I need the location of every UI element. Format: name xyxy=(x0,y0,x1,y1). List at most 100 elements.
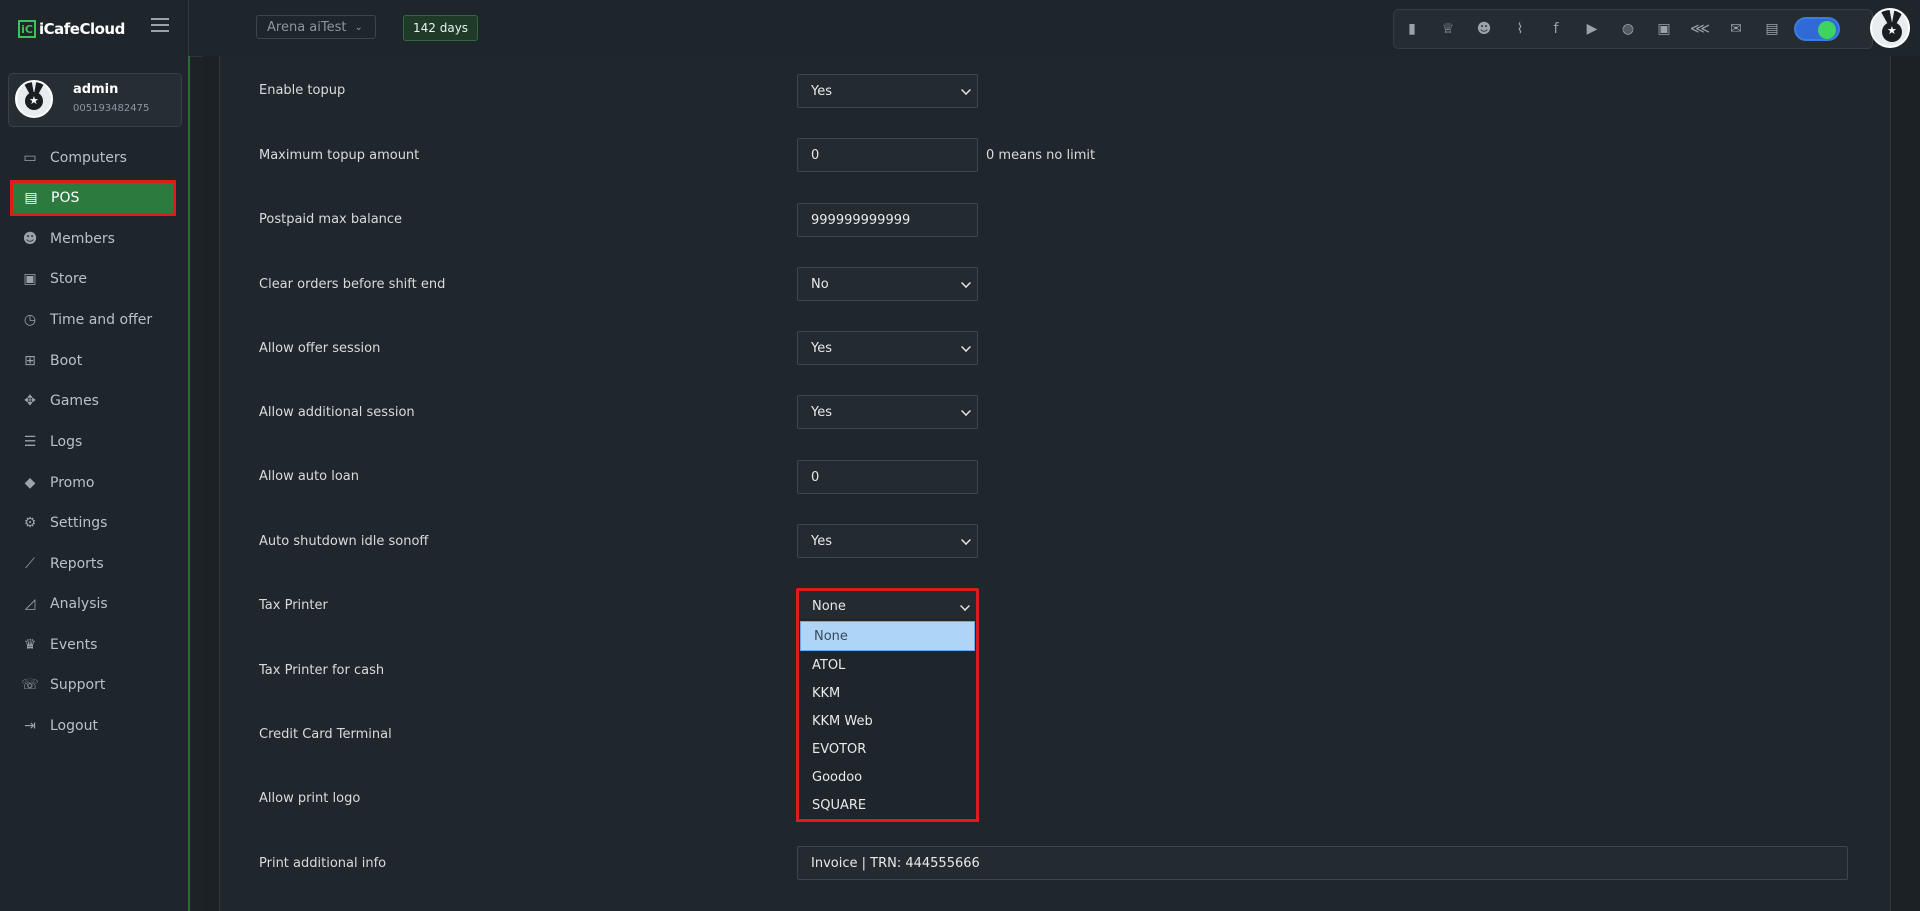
dropdown-option-goodoo[interactable]: Goodoo xyxy=(799,763,976,791)
allow-offer-session-select[interactable]: Yes xyxy=(797,331,978,365)
sidebar-item-label: Time and offer xyxy=(50,312,153,328)
dropdown-option-kkm[interactable]: KKM xyxy=(799,679,976,707)
sidebar-item-settings[interactable]: ⚙ Settings xyxy=(12,505,174,541)
logo-mark: iC xyxy=(18,20,36,38)
license-days-badge: 142 days xyxy=(403,15,479,41)
sidebar-item-pos[interactable]: ▤ POS xyxy=(10,180,176,216)
setting-label: Postpaid max balance xyxy=(259,212,403,227)
group-icon[interactable]: ☻ xyxy=(1466,14,1502,44)
avatar: ★ xyxy=(15,80,53,118)
logout-icon: ⇥ xyxy=(24,718,36,734)
rss-icon[interactable]: ⌇ xyxy=(1502,14,1538,44)
enable-topup-select[interactable]: Yes xyxy=(797,74,978,108)
setting-label: Tax Printer xyxy=(259,598,328,613)
sidebar-item-label: Settings xyxy=(50,515,108,531)
select-value: Yes xyxy=(811,340,832,356)
auto-shutdown-select[interactable]: Yes xyxy=(797,524,978,558)
gamepad-icon: ✥ xyxy=(24,393,36,409)
postpaid-max-balance-input[interactable]: 999999999999 xyxy=(797,203,978,237)
sidebar-item-computers[interactable]: ▭ Computers xyxy=(12,140,174,176)
clear-orders-select[interactable]: No xyxy=(797,267,978,301)
profile-avatar[interactable]: ★ xyxy=(1870,8,1910,48)
handshake-icon[interactable]: ⋘ xyxy=(1682,14,1718,44)
sidebar-item-logout[interactable]: ⇥ Logout xyxy=(12,708,174,744)
user-name: admin xyxy=(73,82,119,97)
chevron-down-icon xyxy=(961,406,971,416)
sidebar-item-time-and-offer[interactable]: ◷ Time and offer xyxy=(12,302,174,338)
user-id: 005193482475 xyxy=(73,103,150,114)
tax-printer-dropdown: None ATOL KKM KKM Web EVOTOR Goodoo SQUA… xyxy=(796,619,979,822)
sidebar-item-boot[interactable]: ⊞ Boot xyxy=(12,343,174,379)
select-value: Yes xyxy=(811,533,832,549)
sidebar-item-label: Support xyxy=(50,677,106,693)
sidebar-item-logs[interactable]: ☰ Logs xyxy=(12,424,174,460)
print-additional-info-input[interactable]: Invoice | TRN: 444555666 xyxy=(797,846,1848,880)
dropdown-option-kkm-web[interactable]: KKM Web xyxy=(799,707,976,735)
chevron-down-icon xyxy=(961,535,971,545)
dropdown-option-square[interactable]: SQUARE xyxy=(799,791,976,819)
sidebar-item-label: Events xyxy=(50,637,98,653)
line-chart-icon: ⟋ xyxy=(25,556,35,572)
globe-icon[interactable]: ◍ xyxy=(1610,14,1646,44)
list-icon: ☰ xyxy=(23,434,37,450)
phone-icon: ☏ xyxy=(21,677,39,693)
sidebar-item-label: Computers xyxy=(50,150,127,166)
chevron-down-icon xyxy=(961,85,971,95)
sidebar-item-members[interactable]: ☻ Members xyxy=(12,221,174,257)
user-card[interactable]: ★ admin 005193482475 xyxy=(8,73,182,127)
sidebar-item-reports[interactable]: ⟋ Reports xyxy=(12,546,174,582)
setting-label: Print additional info xyxy=(259,856,387,871)
setting-label: Maximum topup amount xyxy=(259,148,420,163)
setting-label: Auto shutdown idle sonoff xyxy=(259,534,429,549)
sidebar-item-analysis[interactable]: ◿ Analysis xyxy=(12,586,174,622)
dropdown-option-evotor[interactable]: EVOTOR xyxy=(799,735,976,763)
setting-label: Allow additional session xyxy=(259,405,415,420)
chat-icon[interactable]: ▤ xyxy=(1754,14,1790,44)
pos-icon: ▤ xyxy=(24,190,38,206)
allow-additional-session-select[interactable]: Yes xyxy=(797,395,978,429)
allow-auto-loan-input[interactable]: 0 xyxy=(797,460,978,494)
tag-icon: ◆ xyxy=(24,475,36,491)
max-topup-amount-input[interactable]: 0 xyxy=(797,138,978,172)
chevron-down-icon xyxy=(960,601,970,611)
select-value: Yes xyxy=(811,83,832,99)
select-value: None xyxy=(812,598,846,614)
chevron-down-icon xyxy=(961,278,971,288)
sidebar-item-label: Games xyxy=(50,393,99,409)
sidebar-item-promo[interactable]: ◆ Promo xyxy=(12,465,174,501)
cafe-name: Arena aiTest xyxy=(267,19,347,35)
dropdown-option-atol[interactable]: ATOL xyxy=(799,651,976,679)
theme-toggle[interactable] xyxy=(1794,17,1840,41)
sidebar-item-label: Logs xyxy=(50,434,83,450)
leaderboard-icon[interactable]: ▮ xyxy=(1394,14,1430,44)
setting-label: Credit Card Terminal xyxy=(259,727,392,742)
sidebar-item-store[interactable]: ▣ Store xyxy=(12,261,174,297)
facebook-icon[interactable]: f xyxy=(1538,14,1574,44)
setting-label: Tax Printer for cash xyxy=(259,663,385,678)
sidebar-item-events[interactable]: ♛ Events xyxy=(12,627,174,663)
icafe-icon[interactable]: ▣ xyxy=(1646,14,1682,44)
setting-label: Allow auto loan xyxy=(259,469,359,484)
setting-label: Enable topup xyxy=(259,83,346,98)
setting-label: Allow offer session xyxy=(259,341,381,356)
trophy-icon[interactable]: ♕ xyxy=(1430,14,1466,44)
sidebar-item-label: Reports xyxy=(50,556,104,572)
app-logo[interactable]: iC iCafeCloud xyxy=(18,18,125,40)
setting-label: Clear orders before shift end xyxy=(259,277,446,292)
dropdown-option-none[interactable]: None xyxy=(800,621,975,651)
cafe-selector[interactable]: Arena aiTest ⌄ xyxy=(256,15,376,39)
sidebar-item-label: Store xyxy=(50,271,88,287)
sidebar-item-label: Logout xyxy=(50,718,98,734)
youtube-icon[interactable]: ▶ xyxy=(1574,14,1610,44)
menu-toggle-icon[interactable] xyxy=(151,18,169,32)
setting-label: Allow print logo xyxy=(259,791,361,806)
sidebar-item-label: Promo xyxy=(50,475,95,491)
sidebar-item-games[interactable]: ✥ Games xyxy=(12,383,174,419)
select-value: No xyxy=(811,276,829,292)
clock-icon: ◷ xyxy=(23,312,37,328)
mail-icon[interactable]: ✉ xyxy=(1718,14,1754,44)
accent-divider xyxy=(188,56,190,911)
crown-icon: ♛ xyxy=(23,637,37,653)
store-icon: ▣ xyxy=(23,271,37,287)
sidebar-item-support[interactable]: ☏ Support xyxy=(12,667,174,703)
